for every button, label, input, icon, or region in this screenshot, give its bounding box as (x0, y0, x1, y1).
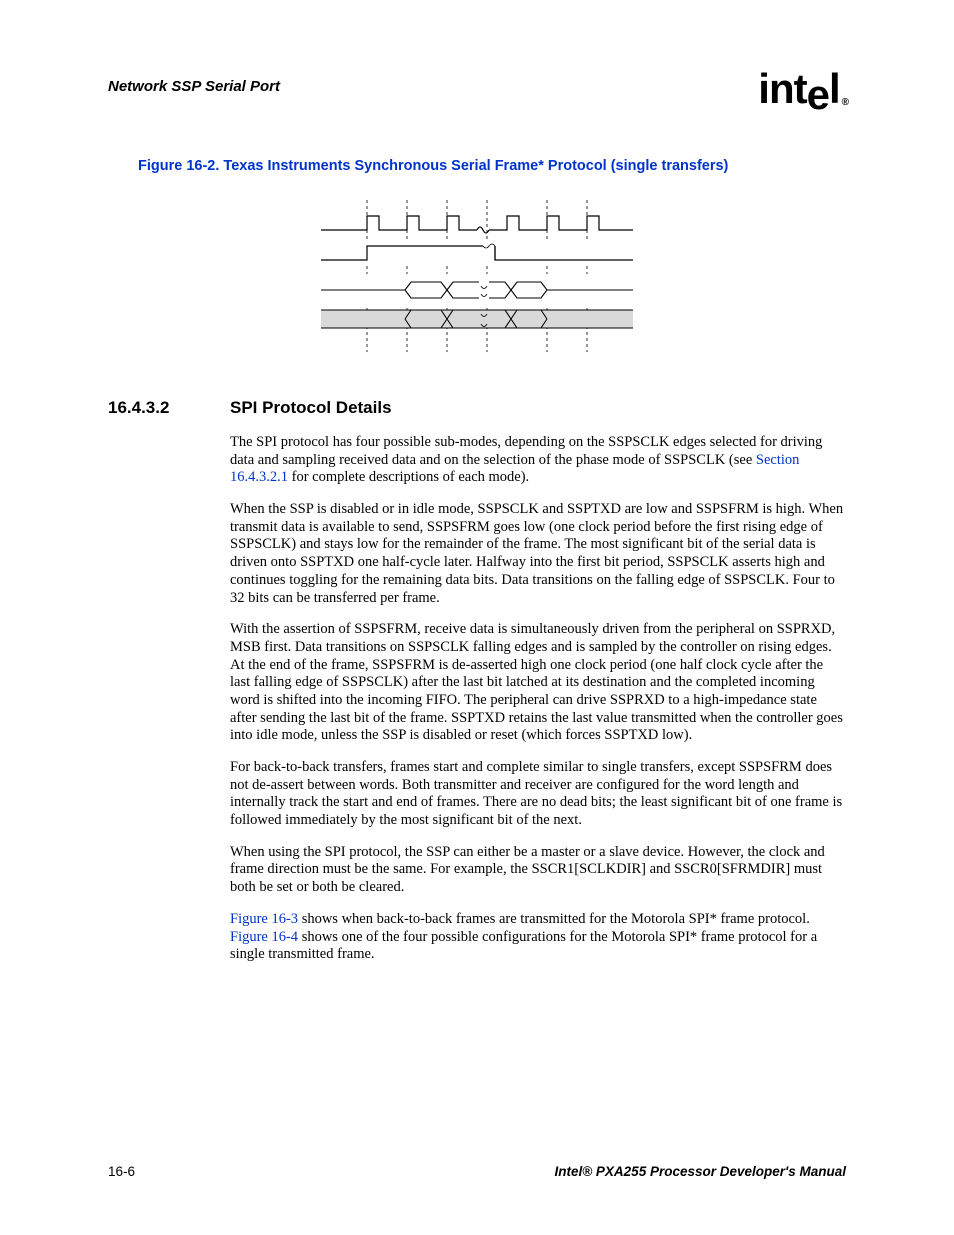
heading-title: SPI Protocol Details (230, 398, 392, 418)
xref-figure-16-4[interactable]: Figure 16-4 (230, 929, 298, 945)
timing-diagram (317, 196, 637, 356)
section-name: Network SSP Serial Port (108, 78, 280, 95)
body-text: The SPI protocol has four possible sub-m… (230, 434, 846, 964)
registered-mark: ® (842, 97, 848, 108)
paragraph-1: The SPI protocol has four possible sub-m… (230, 434, 846, 487)
page-number: 16-6 (108, 1164, 135, 1179)
paragraph-4: For back-to-back transfers, frames start… (230, 759, 846, 830)
paragraph-6: Figure 16-3 shows when back-to-back fram… (230, 911, 846, 964)
intel-logo: intel® (758, 68, 846, 110)
page: Network SSP Serial Port intel® Figure 16… (0, 0, 954, 1235)
paragraph-3: With the assertion of SSPSFRM, receive d… (230, 621, 846, 745)
xref-figure-16-3[interactable]: Figure 16-3 (230, 911, 298, 927)
paragraph-2: When the SSP is disabled or in idle mode… (230, 501, 846, 607)
figure-caption: Figure 16-2. Texas Instruments Synchrono… (138, 158, 846, 174)
paragraph-5: When using the SPI protocol, the SSP can… (230, 844, 846, 897)
logo-text: intel (758, 65, 839, 118)
heading-number: 16.4.3.2 (108, 398, 230, 418)
running-head: Network SSP Serial Port intel® (108, 78, 846, 110)
section-heading: 16.4.3.2 SPI Protocol Details (108, 398, 846, 418)
page-footer: 16-6 Intel® PXA255 Processor Developer's… (108, 1164, 846, 1179)
manual-title: Intel® PXA255 Processor Developer's Manu… (554, 1164, 846, 1179)
